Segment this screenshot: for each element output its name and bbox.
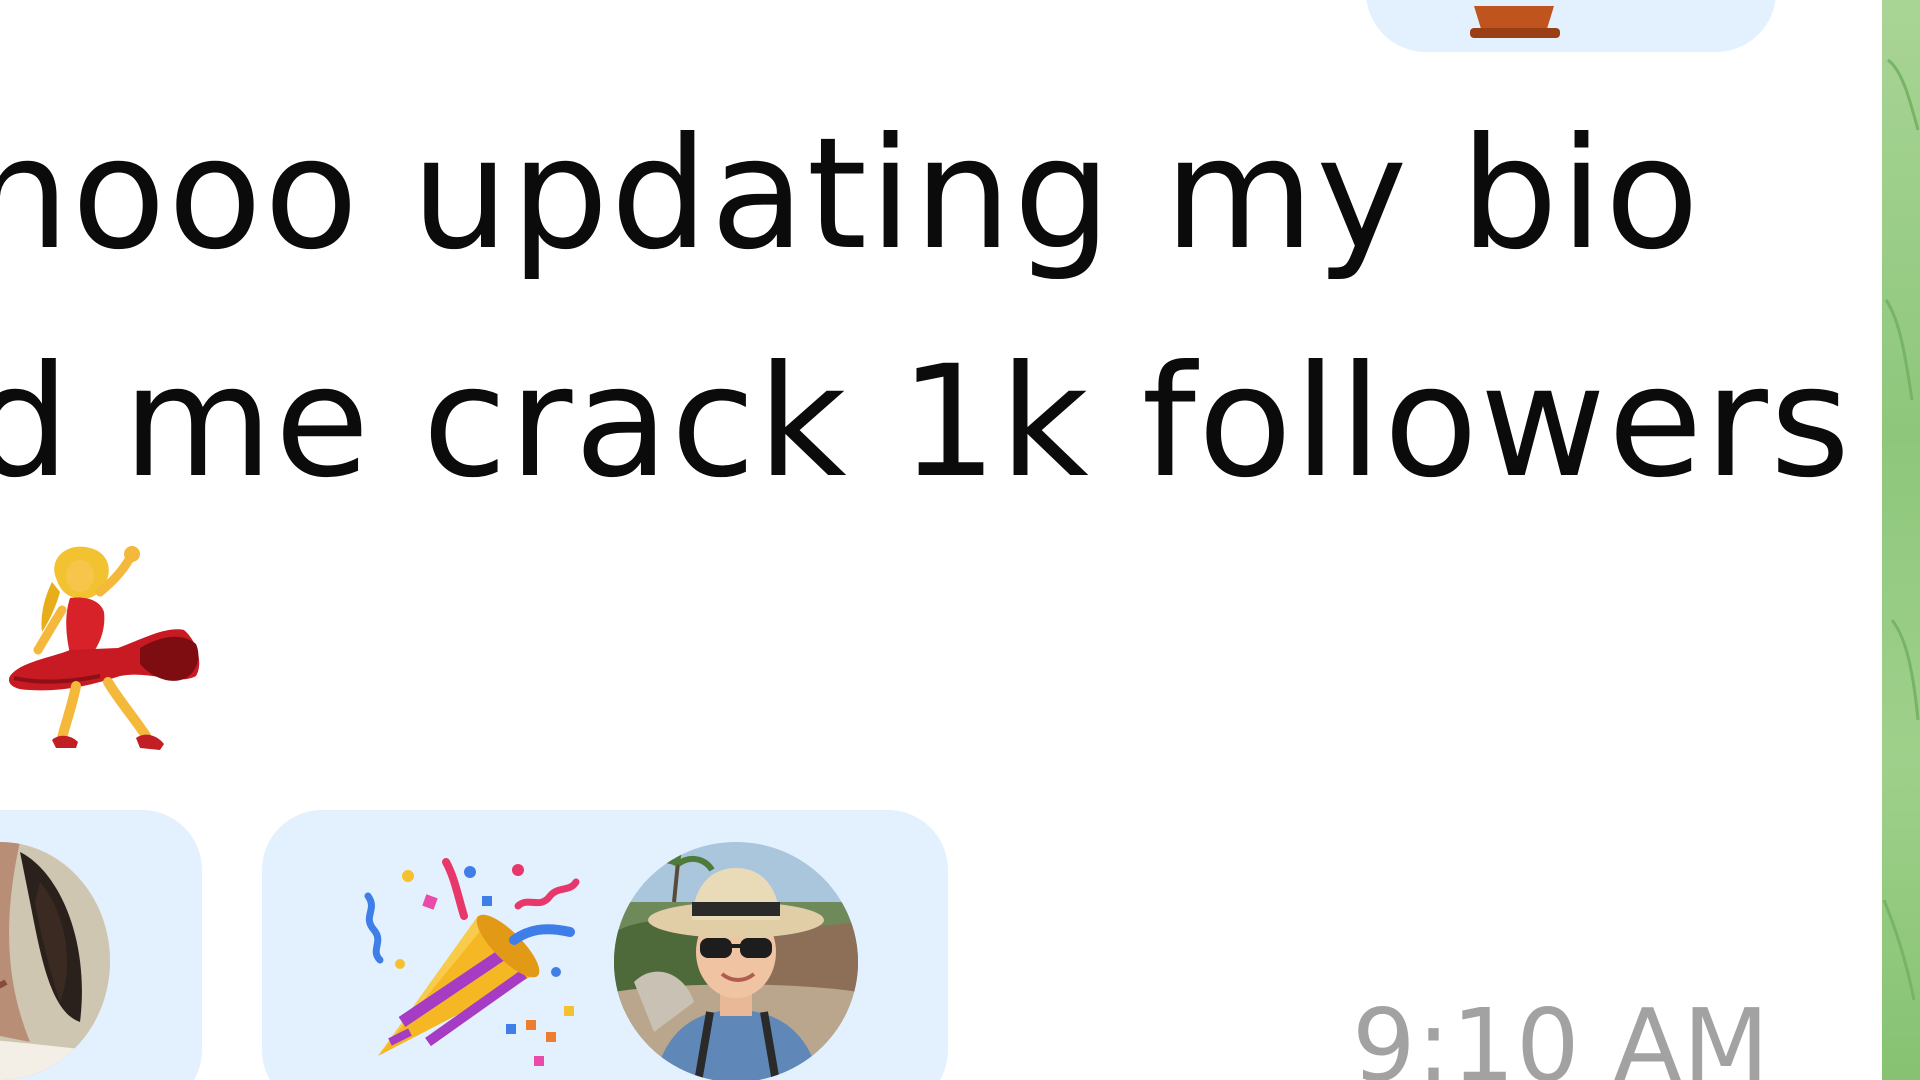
message-text-line: d me crack 1k followers [0,333,1853,512]
party-popper-icon [364,858,580,1066]
message-text-line: hooo updating my bio [0,105,1702,284]
reaction-emoji-icon [1470,6,1560,38]
avatar[interactable] [614,842,858,1080]
reaction-pill-previous-message[interactable] [1366,0,1776,52]
message-bubble[interactable]: hooo updating my bio d me crack 1k follo… [0,0,1882,1080]
woman-dancing-icon [8,546,200,750]
message-timestamp: 9:10 AM [1352,987,1771,1080]
chat-background-strip [1882,0,1920,1080]
